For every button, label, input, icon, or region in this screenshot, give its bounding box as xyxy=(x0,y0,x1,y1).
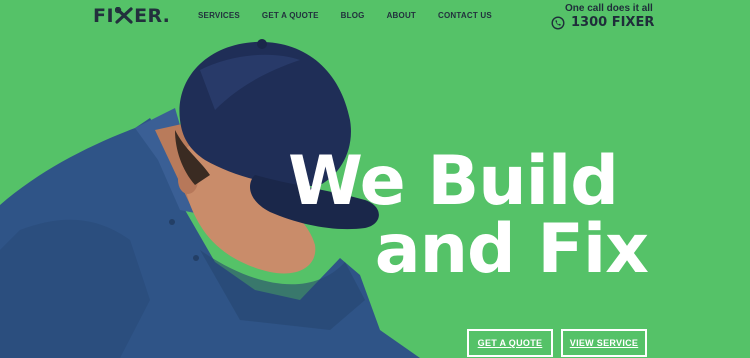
phone-number[interactable]: 1300 FIXER xyxy=(571,15,654,30)
call-tagline: One call does it all xyxy=(565,3,653,14)
logo-text-start: FI xyxy=(93,5,115,27)
crossed-wrench-screwdriver-icon xyxy=(115,7,133,24)
main-nav: SERVICES GET A QUOTE BLOG ABOUT CONTACT … xyxy=(198,11,514,20)
view-service-button[interactable]: VIEW SERVICE xyxy=(561,329,647,357)
hero-section: FI ER . SERVICES GET A QUOTE BLOG ABOUT … xyxy=(0,0,750,358)
nav-contact-us[interactable]: CONTACT US xyxy=(438,11,492,20)
brand-logo[interactable]: FI ER . xyxy=(93,5,170,27)
phone-contact[interactable]: 1300 FIXER xyxy=(551,15,654,30)
get-a-quote-button[interactable]: GET A QUOTE xyxy=(467,329,553,357)
nav-about[interactable]: ABOUT xyxy=(387,11,416,20)
nav-blog[interactable]: BLOG xyxy=(341,11,365,20)
logo-text-end: ER xyxy=(134,5,163,27)
nav-services[interactable]: SERVICES xyxy=(198,11,240,20)
headline-line-1: We Build xyxy=(288,142,619,221)
hero-headline: We Build and Fix xyxy=(288,148,650,284)
headline-line-2: and Fix xyxy=(374,210,649,289)
nav-get-a-quote[interactable]: GET A QUOTE xyxy=(262,11,319,20)
phone-in-hand-icon xyxy=(551,15,565,30)
logo-dot: . xyxy=(162,5,171,27)
